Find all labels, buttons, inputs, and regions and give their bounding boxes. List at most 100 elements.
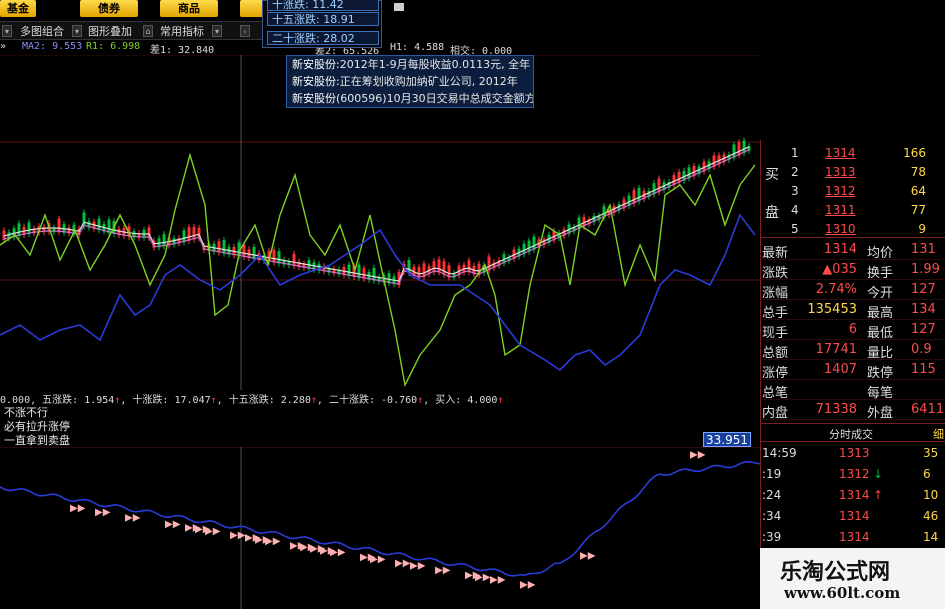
current-value-badge: 33.951: [703, 432, 751, 447]
up-arrow-icon: ↑: [310, 395, 317, 406]
quote-value: 135453: [807, 302, 857, 317]
trade-volume: 10: [923, 488, 939, 502]
buy-signal-arrow-icon: ▶▶: [490, 574, 506, 585]
quote-row: 涨跌 ▲035 换手 1.99: [761, 261, 945, 281]
quote-label: 最新: [762, 246, 789, 261]
order-book-row[interactable]: 2 1313 78: [791, 163, 945, 181]
quote-value: 1.99: [911, 262, 940, 277]
quote-label: 最高: [867, 306, 894, 321]
trade-price: 1314: [839, 530, 870, 544]
trade-direction-icon: ↑: [873, 488, 884, 502]
candle: [372, 267, 376, 281]
bid-volume: 78: [910, 165, 926, 179]
quote-label: 跌停: [867, 366, 894, 381]
quote-label: 量比: [867, 346, 894, 361]
buy-signal-arrow-icon: ▶▶: [475, 572, 491, 583]
sub-indicator-chart[interactable]: ▶▶ ▶▶ ▶▶▶▶ ▶▶▶▶▶▶ ▶▶ ▶▶▶▶▶▶ ▶▶▶▶▶▶▶▶▶▶ ▶▶▶▶ ▶▶ ▶▶…: [0, 447, 760, 609]
news-item[interactable]: 新安股份:正在筹划收购加纳矿业公司, 2012年: [292, 73, 518, 90]
quote-row: 最新 1314 均价 131: [761, 241, 945, 261]
quote-panel: 买 盘 1 1314 166 2 1313 78 3 1312 64 4 1311 7…: [760, 140, 945, 609]
buy-signal-arrow-icon: ▶▶: [580, 551, 596, 562]
trade-volume: 14: [923, 530, 939, 544]
quote-row: 涨幅 2.74% 今开 127: [761, 281, 945, 301]
buy-signal-arrow-icon: ▶▶: [330, 547, 346, 558]
dropdown-arrow-icon[interactable]: ▾: [2, 25, 12, 37]
overlay-button[interactable]: 图形叠加: [88, 24, 132, 39]
trade-time: :24: [762, 488, 782, 502]
mail-icon[interactable]: [394, 3, 404, 11]
trade-price: 1312: [839, 467, 870, 481]
candle: [277, 251, 281, 264]
quote-row: 现手 6 最低 127: [761, 321, 945, 341]
stat-item: 十五涨跌: 2.280↑,: [228, 395, 323, 406]
order-book-row[interactable]: 1 1314 166: [791, 144, 945, 162]
news-ticker[interactable]: 新安股份:2012年1-9月每股收益0.0113元, 全年 新安股份:正在筹划收…: [286, 55, 534, 108]
quote-value: 6411: [911, 402, 945, 417]
tab-bond[interactable]: 债券: [80, 0, 138, 17]
multi-chart-button[interactable]: 多图组合: [20, 24, 64, 39]
buy-signal-arrow-icon: ▶▶: [370, 554, 386, 565]
buy-signal-arrow-icon: ▶▶: [125, 512, 141, 523]
signal-text: 一直拿到卖盘: [4, 434, 70, 447]
trade-time: 14:59: [762, 446, 797, 460]
order-book-row[interactable]: 4 1311 77: [791, 201, 945, 219]
quote-label: 最低: [867, 326, 894, 341]
up-arrow-icon: ↑: [497, 395, 504, 406]
candle: [222, 240, 226, 254]
bid-price: 1314: [825, 146, 856, 160]
candle: [57, 218, 61, 233]
bid-volume: 166: [903, 146, 926, 160]
quote-label: 涨停: [762, 366, 789, 381]
buy-label: 盘: [765, 205, 779, 221]
stat-item: 二十涨跌: -0.760↑,: [328, 395, 430, 406]
quote-label: 均价: [867, 246, 894, 261]
quote-value: 2.74%: [815, 282, 857, 297]
bid-volume: 64: [910, 184, 926, 198]
watermark-title: 乐淘公式网: [780, 559, 891, 585]
chevron-left-icon[interactable]: ‹: [240, 25, 250, 37]
trade-row: :19 1312 ↓ 6: [761, 465, 945, 485]
news-item[interactable]: 新安股份(600596)10月30日交易中总成交金额方: [292, 90, 533, 107]
watermark: 乐淘公式网 www.60lt.com: [760, 548, 945, 609]
quote-value: 115: [911, 362, 936, 377]
quote-label: 总手: [762, 306, 789, 321]
quote-label: 内盘: [762, 406, 789, 421]
quote-row: 总手 135453 最高 134: [761, 301, 945, 321]
candle: [292, 253, 296, 267]
quote-label: 今开: [867, 286, 894, 301]
dropdown-arrow-icon[interactable]: ▾: [212, 25, 222, 37]
up-arrow-icon: ↑: [210, 395, 217, 406]
trade-volume: 35: [923, 446, 939, 460]
dropdown-arrow-icon[interactable]: ▾: [72, 25, 82, 37]
tab-fund[interactable]: 基金: [0, 0, 36, 17]
bid-price: 1312: [825, 184, 856, 198]
candle: [467, 260, 471, 273]
order-book-row[interactable]: 3 1312 64: [791, 182, 945, 200]
buy-signal-arrow-icon: ▶▶: [435, 565, 451, 576]
lock-icon[interactable]: ⌂: [143, 25, 153, 37]
tab-commodity[interactable]: 商品: [160, 0, 218, 17]
trades-title: 分时成交: [829, 428, 873, 441]
common-indicators-button[interactable]: 常用指标: [160, 24, 204, 39]
trades-detail-tab[interactable]: 细: [933, 426, 944, 442]
trade-row: 14:59 1313 35: [761, 444, 945, 464]
ma2-value: MA2: 9.553: [22, 41, 83, 52]
trade-time: :19: [762, 467, 782, 481]
level: 4: [791, 203, 799, 217]
bid-price: 1310: [825, 222, 856, 236]
chart-toolbar: ▾ 多图组合 ▾ 图形叠加 ⌂ 常用指标 ▾ ‹: [0, 21, 265, 40]
trade-volume: 6: [923, 467, 931, 481]
quote-value: 71338: [815, 402, 857, 417]
top-category-bar: 基金 债券 商品: [0, 0, 265, 18]
quote-value: 1407: [823, 362, 857, 377]
candle: [437, 259, 441, 273]
buy-signal-arrow-icon: ▶▶: [410, 561, 426, 572]
order-book-row[interactable]: 5 1310 9: [791, 220, 945, 238]
quote-row: 总额 17741 量比 0.9: [761, 341, 945, 361]
trade-price: 1314: [839, 509, 870, 523]
news-item[interactable]: 新安股份:2012年1-9月每股收益0.0113元, 全年: [292, 56, 530, 73]
level: 3: [791, 184, 799, 198]
level: 1: [791, 146, 799, 160]
indicator-popup: 十涨跌: 11.42 十五涨跌: 18.91 二十涨跌: 28.02: [262, 0, 382, 48]
quote-row: 总笔 每笔: [761, 381, 945, 401]
